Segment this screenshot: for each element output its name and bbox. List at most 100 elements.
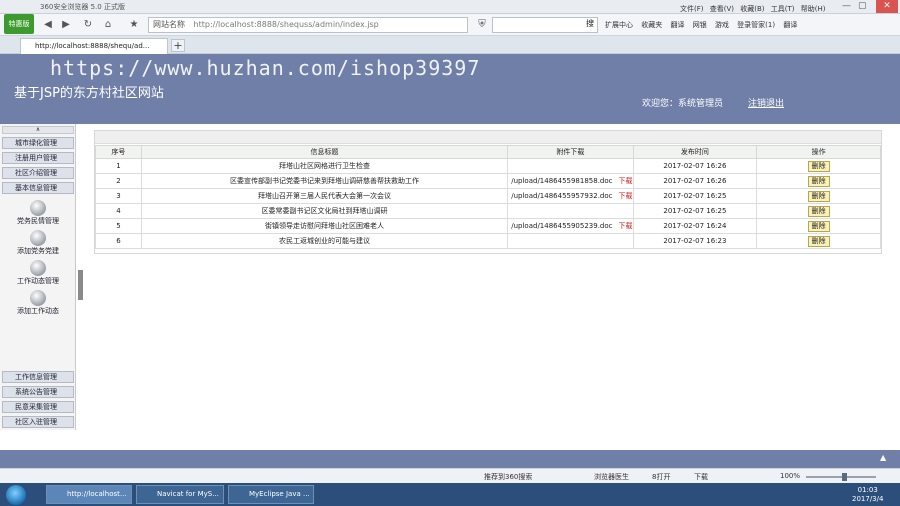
sidebar-splitter-handle[interactable] [78, 270, 83, 300]
new-tab-button[interactable]: + [171, 39, 185, 52]
cell-id: 1 [95, 158, 142, 174]
download-link[interactable]: 下载 [619, 192, 632, 200]
home-icon[interactable]: ⌂ [100, 18, 116, 32]
logout-link[interactable]: 注销退出 [748, 96, 784, 109]
cell-time: 2017-02-07 16:25 [632, 188, 758, 204]
sidebar-item[interactable]: 城市绿化管理 [2, 137, 74, 149]
cell-title[interactable]: 区委宣传部副书记党委书记来到拜塔山调研慈善帮扶救助工作 [140, 173, 509, 189]
cell-attachment [507, 203, 634, 219]
taskbar-button-navicat[interactable]: Navicat for MyS... [136, 485, 224, 504]
browser-statusbar: 推荐到360搜索 浏览器医生 8打开 下载 100% [0, 468, 900, 483]
delete-button[interactable]: 删除 [807, 220, 830, 232]
forward-icon[interactable]: ▶ [58, 18, 74, 32]
cell-id: 3 [95, 188, 142, 204]
menu-favorites[interactable]: 收藏(B) [740, 5, 764, 13]
sidebar-subitem[interactable]: 党务民情管理 [4, 200, 72, 226]
delete-button[interactable]: 删除 [807, 160, 830, 172]
table-row: 5 街镇领导走访慰问拜塔山社区困难老人/upload/1486455905239.… [95, 218, 881, 234]
table-header-row: 序号 信息标题 附件下载 发布时间 操作 [95, 145, 881, 159]
cell-title[interactable]: 农民工返城创业的可能与建议 [140, 233, 509, 249]
search-input[interactable] [492, 17, 598, 33]
cell-time: 2017-02-07 16:26 [632, 173, 758, 189]
site-header: https://www.huzhan.com/ishop39397 基于JSP的… [0, 54, 900, 124]
sidebar-collapse-toggle[interactable]: ∧ [2, 126, 74, 134]
sidebar-item[interactable]: 民意采集管理 [2, 401, 74, 413]
zoom-slider-track[interactable] [806, 476, 876, 478]
zoom-slider-thumb[interactable] [842, 473, 847, 481]
scroll-top-icon[interactable]: ▲ [880, 453, 886, 462]
start-button-icon[interactable] [6, 485, 26, 505]
address-url: http://localhost:8888/shequss/admin/inde… [193, 20, 379, 29]
toolbar-item[interactable]: 网银 [693, 21, 707, 29]
cell-time: 2017-02-07 16:26 [632, 158, 758, 174]
maximize-icon[interactable]: ▢ [858, 1, 867, 11]
menu-file[interactable]: 文件(F) [680, 5, 704, 13]
status-doctor[interactable]: 浏览器医生 [594, 472, 629, 482]
sidebar-subitem[interactable]: 添加工作动态 [4, 290, 72, 316]
zoom-level[interactable]: 100% [780, 472, 800, 480]
address-prefix: 网站名称 [153, 20, 185, 29]
taskbar-button-myeclipse[interactable]: MyEclipse Java ... [228, 485, 314, 504]
cell-title[interactable]: 区委常委副书记区文化局社到拜塔山调研 [140, 203, 509, 219]
gear-icon [30, 260, 46, 276]
delete-button[interactable]: 删除 [807, 175, 830, 187]
menu-tools[interactable]: 工具(T) [771, 5, 795, 13]
close-icon[interactable]: ✕ [876, 0, 898, 13]
column-header-attachment: 附件下载 [507, 145, 634, 159]
cell-attachment [507, 233, 634, 249]
menu-view[interactable]: 查看(V) [710, 5, 734, 13]
gear-icon [30, 290, 46, 306]
attachment-path: /upload/1486455905239.doc [511, 222, 613, 230]
sidebar: ∧ 城市绿化管理 注册用户管理 社区介绍管理 基本信息管理 党务民情管理 添加党… [0, 124, 76, 430]
address-bar[interactable]: 网站名称 http://localhost:8888/shequss/admin… [148, 17, 468, 33]
refresh-icon[interactable]: ↻ [80, 18, 96, 32]
sidebar-item[interactable]: 社区入驻管理 [2, 416, 74, 428]
delete-button[interactable]: 删除 [807, 190, 830, 202]
cell-title[interactable]: 拜塔山召开第三届人民代表大会第一次会议 [140, 188, 509, 204]
sidebar-item-active[interactable]: 基本信息管理 [2, 182, 74, 194]
sidebar-item[interactable]: 系统公告管理 [2, 386, 74, 398]
welcome-text: 欢迎您：系统管理员 [642, 99, 724, 109]
status-download[interactable]: 下载 [694, 472, 708, 482]
browser-tab-active[interactable]: http://localhost:8888/shequ/ad... [20, 38, 168, 54]
delete-button[interactable]: 删除 [807, 205, 830, 217]
taskbar-clock: 01:03 2017/3/4 [852, 486, 883, 504]
favorite-star-icon[interactable]: ★ [126, 18, 142, 32]
column-header-time: 发布时间 [632, 145, 758, 159]
clock-date: 2017/3/4 [852, 495, 884, 503]
back-icon[interactable]: ◀ [40, 18, 56, 32]
clock-time: 01:03 [857, 486, 878, 494]
table-row: 4 区委常委副书记区文化局社到拜塔山调研 2017-02-07 16:25 删除 [95, 203, 881, 219]
sidebar-item[interactable]: 社区介绍管理 [2, 167, 74, 179]
search-go-button[interactable]: 搜 [586, 18, 594, 29]
delete-button[interactable]: 删除 [807, 235, 830, 247]
toolbar-item[interactable]: 游戏 [715, 21, 729, 29]
sidebar-subitem[interactable]: 工作动态管理 [4, 260, 72, 286]
column-header-action: 操作 [756, 145, 881, 159]
toolbar-item[interactable]: 翻译 [670, 21, 684, 29]
menu-help[interactable]: 帮助(H) [801, 5, 826, 13]
status-recommend[interactable]: 推荐到360搜索 [484, 472, 532, 482]
sidebar-subitem[interactable]: 添加党务党建 [4, 230, 72, 256]
toolbar-item[interactable]: 收藏夹 [641, 21, 662, 29]
gear-icon [30, 230, 46, 246]
status-open[interactable]: 8打开 [652, 472, 670, 482]
toolbar-item[interactable]: 登录管家(1) [737, 21, 775, 29]
taskbar-button-browser[interactable]: http://localhost... [46, 485, 132, 504]
browser-badge[interactable]: 特惠版 [4, 14, 34, 34]
panel-header [95, 131, 881, 144]
cell-title[interactable]: 街镇领导走访慰问拜塔山社区困难老人 [140, 218, 509, 234]
minimize-icon[interactable]: — [842, 1, 851, 11]
download-link[interactable]: 下载 [619, 222, 632, 230]
attachment-path: /upload/1486455957932.doc [511, 192, 613, 200]
content-panel: 序号 信息标题 附件下载 发布时间 操作 1 拜塔山社区网格进行卫生检查 2017-… [94, 130, 882, 254]
cell-action: 删除 [756, 173, 881, 189]
download-link[interactable]: 下载 [619, 177, 632, 185]
toolbar-item[interactable]: 翻译 [783, 21, 797, 29]
cell-title[interactable]: 拜塔山社区网格进行卫生检查 [140, 158, 509, 174]
shield-icon[interactable]: ⛨ [474, 18, 490, 32]
toolbar-item[interactable]: 扩展中心 [605, 21, 633, 29]
sidebar-item[interactable]: 注册用户管理 [2, 152, 74, 164]
sidebar-item[interactable]: 工作信息管理 [2, 371, 74, 383]
cell-id: 2 [95, 173, 142, 189]
